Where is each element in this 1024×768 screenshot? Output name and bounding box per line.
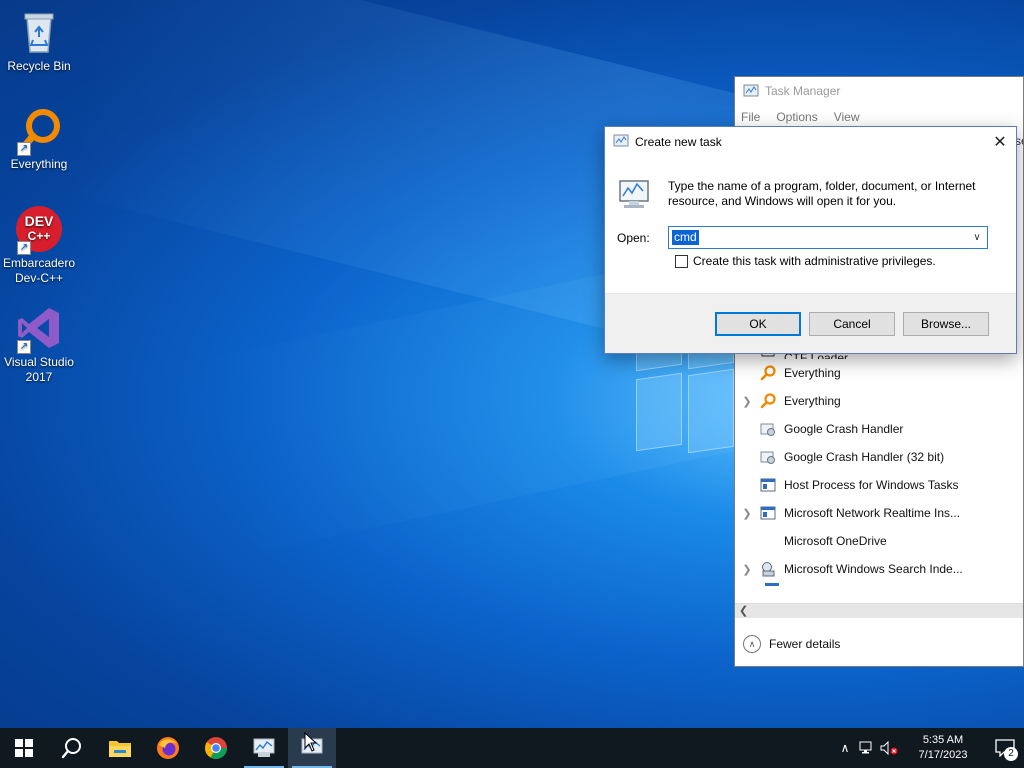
menu-view[interactable]: View: [834, 110, 860, 124]
process-label: Microsoft Windows Search Inde...: [784, 562, 963, 576]
start-button[interactable]: [0, 728, 48, 768]
admin-checkbox-label: Create this task with administrative pri…: [693, 254, 936, 268]
process-label: Google Crash Handler: [784, 422, 904, 436]
task-manager-title: Task Manager: [765, 84, 841, 98]
process-row[interactable]: ❯ Everything: [735, 387, 1024, 415]
clock-time: 5:35 AM: [922, 734, 964, 746]
notification-count-badge: 2: [1004, 747, 1018, 761]
fewer-details-button[interactable]: ∧ Fewer details: [735, 628, 1023, 660]
desktop-icon-everything[interactable]: ↗ Everything: [0, 106, 78, 172]
folder-icon: [109, 741, 131, 757]
chevron-right-icon[interactable]: ❯: [735, 507, 759, 520]
magnifier-icon: [759, 364, 777, 382]
windows-start-icon: [15, 739, 33, 757]
search-indexer-icon: [759, 560, 777, 578]
admin-privileges-checkbox[interactable]: Create this task with administrative pri…: [675, 254, 936, 268]
task-manager-titlebar[interactable]: Task Manager: [735, 77, 1023, 105]
desktop-icon-label: Recycle Bin: [7, 59, 71, 73]
visual-studio-icon: ↗: [15, 304, 63, 354]
process-row[interactable]: Host Process for Windows Tasks: [735, 471, 1024, 499]
everything-magnifier-icon: ↗: [15, 106, 63, 156]
open-input-value[interactable]: cmd: [672, 230, 699, 245]
menu-options[interactable]: Options: [776, 110, 817, 124]
firefox-button[interactable]: [144, 728, 192, 768]
process-label: Everything: [784, 366, 841, 380]
file-explorer-button[interactable]: [96, 728, 144, 768]
chevron-down-icon[interactable]: ∨: [967, 227, 987, 248]
desktop-icon-label: Embarcadero Dev-C++: [2, 256, 76, 285]
dialog-button-bar: OK Cancel Browse...: [605, 293, 1016, 353]
run-program-icon: [617, 179, 651, 211]
clock-date: 7/17/2023: [918, 749, 968, 761]
system-tray: ∧ 5:35 AM 7/17/2023 2: [834, 728, 1024, 768]
shortcut-arrow-icon: ↗: [17, 241, 31, 255]
fewer-details-label: Fewer details: [769, 637, 841, 651]
volume-muted-icon[interactable]: [878, 728, 900, 768]
cancel-button[interactable]: Cancel: [809, 312, 895, 336]
gear-app-icon: [759, 420, 777, 438]
window-icon: [759, 476, 777, 494]
process-label: Google Crash Handler (32 bit): [784, 450, 945, 464]
search-button[interactable]: [48, 728, 96, 768]
search-icon: [61, 738, 81, 759]
firefox-icon: [157, 737, 179, 759]
window-icon: [759, 504, 777, 522]
open-label: Open:: [617, 231, 650, 245]
magnifier-icon: [759, 392, 777, 410]
dialog-description: Type the name of a program, folder, docu…: [668, 179, 976, 208]
svg-text:DEV: DEV: [25, 213, 54, 229]
desktop-icon-label: Everything: [10, 157, 68, 171]
gear-app-icon: [759, 448, 777, 466]
scroll-left-icon[interactable]: ❮: [739, 604, 748, 617]
open-combobox[interactable]: cmd ∨: [668, 226, 988, 249]
process-row[interactable]: Microsoft OneDrive: [735, 527, 1024, 555]
svg-text:C++: C++: [28, 229, 51, 243]
dialog-body: Type the name of a program, folder, docu…: [605, 157, 1016, 294]
browse-button[interactable]: Browse...: [903, 312, 989, 336]
clock[interactable]: 5:35 AM 7/17/2023: [908, 733, 978, 763]
ok-button[interactable]: OK: [715, 312, 801, 336]
process-label: Host Process for Windows Tasks: [784, 478, 959, 492]
task-manager-taskbar-button[interactable]: [240, 728, 288, 768]
process-row[interactable]: Google Crash Handler: [735, 415, 1024, 443]
process-label: Microsoft Network Realtime Ins...: [784, 506, 961, 520]
network-icon[interactable]: [856, 728, 878, 768]
run-dialog-taskbar-button[interactable]: [288, 728, 336, 768]
create-new-task-dialog[interactable]: Create new task ✕ Type the name of a pro…: [604, 126, 1017, 354]
recycle-bin-icon: [15, 8, 63, 56]
chevron-right-icon[interactable]: ❯: [735, 395, 759, 408]
mouse-cursor-icon: [304, 732, 318, 752]
desktop-icon-devcpp[interactable]: DEV C++ ↗ Embarcadero Dev-C++: [0, 205, 78, 286]
shortcut-arrow-icon: ↗: [17, 142, 31, 156]
devcpp-icon: DEV C++ ↗: [15, 205, 63, 255]
task-manager-icon: [253, 738, 275, 757]
chrome-icon: [205, 737, 227, 759]
desktop-icon-visual-studio[interactable]: ↗ Visual Studio 2017: [0, 304, 78, 385]
process-list: CTF Loader Everything ❯ Everything Googl…: [735, 345, 1024, 587]
taskbar: ∧ 5:35 AM 7/17/2023 2: [0, 728, 1024, 768]
checkbox-box[interactable]: [675, 254, 688, 268]
shortcut-arrow-icon: ↗: [17, 340, 31, 354]
chevron-up-icon: ∧: [743, 635, 761, 653]
process-row[interactable]: Google Crash Handler (32 bit): [735, 443, 1024, 471]
chevron-right-icon[interactable]: ❯: [735, 563, 759, 576]
close-icon[interactable]: ✕: [984, 127, 1016, 157]
desktop-icon-recycle-bin[interactable]: Recycle Bin: [0, 8, 78, 74]
process-row[interactable]: Everything: [735, 359, 1024, 387]
process-row[interactable]: ❯ Microsoft Network Realtime Ins...: [735, 499, 1024, 527]
chrome-button[interactable]: [192, 728, 240, 768]
dialog-titlebar[interactable]: Create new task ✕: [605, 127, 1016, 157]
process-row[interactable]: ❯ Microsoft Windows Search Inde...: [735, 555, 1024, 583]
process-label: Everything: [784, 394, 841, 408]
desktop-icon-label: Visual Studio 2017: [4, 355, 74, 384]
menu-file[interactable]: File: [741, 110, 760, 124]
show-hidden-icons-chevron-up-icon[interactable]: ∧: [834, 728, 856, 768]
dialog-title: Create new task: [635, 135, 722, 149]
horizontal-scrollbar[interactable]: ❮: [735, 603, 1023, 618]
run-dialog-icon: [613, 133, 629, 152]
process-label: Microsoft OneDrive: [784, 534, 887, 548]
task-manager-icon: [743, 83, 759, 99]
action-center-button[interactable]: 2: [986, 728, 1024, 768]
